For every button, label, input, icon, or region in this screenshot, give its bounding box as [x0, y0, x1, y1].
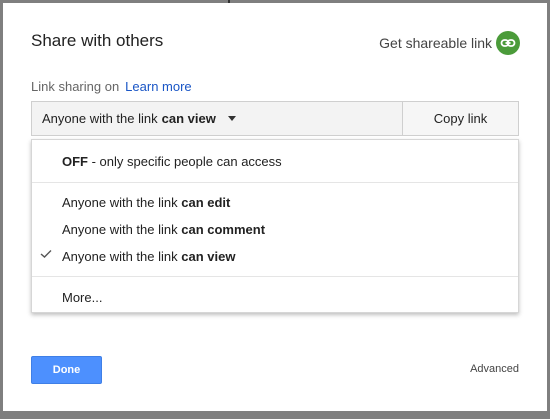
link-icon[interactable]	[496, 31, 520, 55]
link-access-menu: OFF - only specific people can access An…	[31, 139, 519, 313]
menu-item-prefix: Anyone with the link	[62, 248, 182, 264]
link-access-dropdown[interactable]: Anyone with the link can view	[31, 101, 403, 136]
menu-item-more-label: More...	[62, 289, 103, 305]
link-sharing-status: Link sharing on Learn more	[31, 79, 192, 94]
window-frame-bottom	[0, 411, 550, 419]
get-shareable-link-button[interactable]: Get shareable link	[379, 31, 520, 55]
menu-item-more[interactable]: More...	[32, 284, 518, 310]
menu-item-bold: can edit	[181, 194, 231, 210]
dialog-title: Share with others	[31, 31, 164, 50]
caret-down-icon	[227, 116, 236, 121]
menu-item-prefix: Anyone with the link	[62, 221, 182, 237]
dropdown-label-bold: can view	[161, 111, 216, 126]
menu-item-bold: can comment	[181, 221, 266, 237]
dropdown-label-prefix: Anyone with the link	[42, 111, 158, 126]
learn-more-link[interactable]: Learn more	[125, 79, 191, 94]
copy-link-button[interactable]: Copy link	[403, 101, 519, 136]
menu-item-can-edit[interactable]: Anyone with the link can edit	[32, 189, 518, 215]
menu-item-prefix: Anyone with the link	[62, 194, 182, 210]
menu-item-off[interactable]: OFF - only specific people can access	[32, 148, 518, 174]
menu-item-label: Anyone with the link can edit	[62, 195, 230, 210]
menu-item-label: Anyone with the link can view	[62, 249, 235, 264]
menu-item-can-comment[interactable]: Anyone with the link can comment	[32, 216, 518, 242]
menu-item-off-label: OFF - only specific people can access	[62, 154, 282, 169]
menu-divider	[32, 276, 518, 277]
menu-item-label: Anyone with the link can comment	[62, 222, 265, 237]
menu-off-rest: - only specific people can access	[88, 153, 282, 169]
share-dialog: Share with others Get shareable link Lin…	[3, 3, 547, 411]
menu-item-can-view[interactable]: Anyone with the link can view	[32, 243, 518, 269]
share-controls: Anyone with the link can view Copy link	[31, 101, 519, 138]
advanced-link[interactable]: Advanced	[470, 363, 519, 375]
menu-off-bold: OFF	[62, 153, 88, 169]
get-shareable-link-label: Get shareable link	[379, 35, 492, 51]
check-icon	[40, 250, 52, 258]
menu-item-bold: can view	[181, 248, 236, 264]
link-sharing-label: Link sharing on	[31, 79, 120, 94]
menu-divider	[32, 182, 518, 183]
done-button[interactable]: Done	[31, 356, 102, 384]
